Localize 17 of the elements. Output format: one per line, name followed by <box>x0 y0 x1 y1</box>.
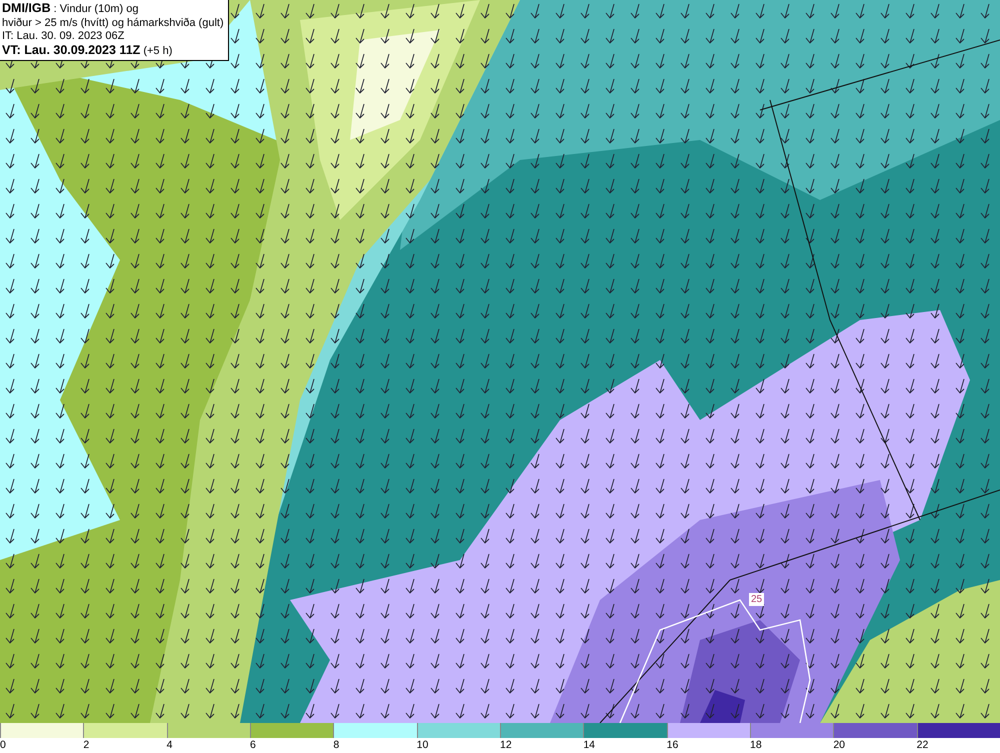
legend-label: 10 <box>416 738 428 752</box>
legend-label: 0 <box>0 738 6 752</box>
header-line: DMI/IGB : Vindur (10m) og <box>2 2 140 16</box>
header-line: IT: Lau. 30. 09. 2023 06Z <box>2 30 126 44</box>
header-line: VT: Lau. 30.09.2023 11Z (+5 h) <box>2 44 174 58</box>
legend-label: 14 <box>583 738 596 752</box>
legend-label: 16 <box>666 738 678 752</box>
legend-label: 22 <box>916 738 928 752</box>
header-line: hviður > 25 m/s (hvítt) og hámarkshviða (gult) <box>2 16 224 30</box>
legend-label: 2 <box>83 738 90 752</box>
legend-label: 12 <box>500 738 512 752</box>
legend-label: 18 <box>750 738 762 752</box>
legend-label: 20 <box>833 738 846 752</box>
legend-label: 8 <box>333 738 340 752</box>
contour-label: 25 <box>749 593 764 606</box>
legend-label: 6 <box>250 738 256 752</box>
legend-label: 4 <box>166 738 172 752</box>
